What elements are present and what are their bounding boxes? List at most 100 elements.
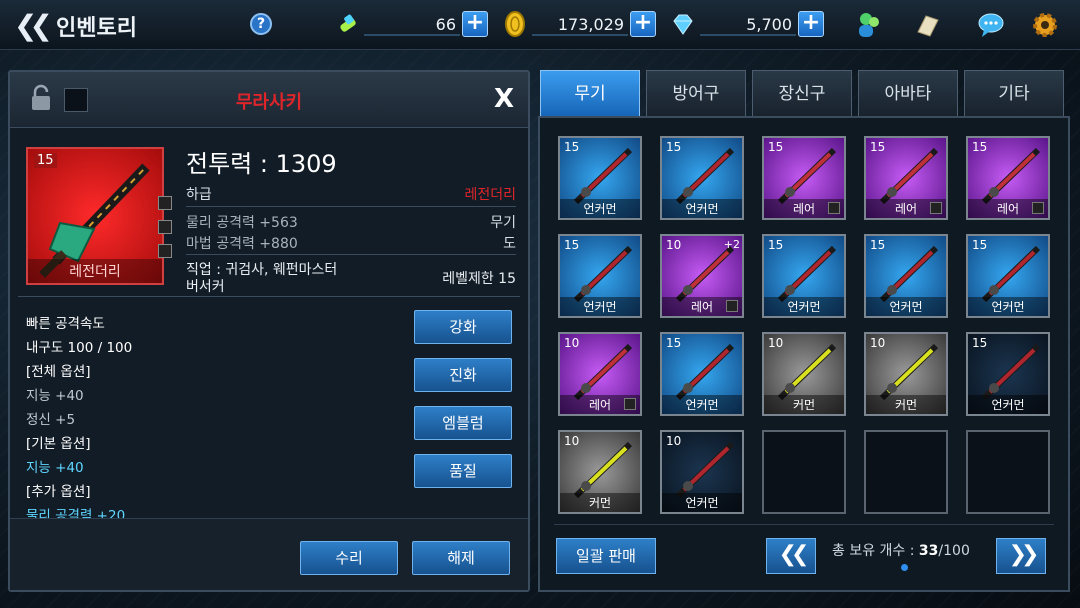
- option-line: [기본 옵션]: [26, 436, 91, 452]
- next-page-button[interactable]: ❯❯: [996, 538, 1046, 574]
- item-slot[interactable]: 15 언커먼: [660, 136, 744, 220]
- empty-slot[interactable]: [762, 430, 846, 514]
- item-slot[interactable]: 15 레어: [966, 136, 1050, 220]
- weapon-icon: [573, 343, 633, 401]
- tab-avatar[interactable]: 아바타: [858, 70, 958, 116]
- help-icon[interactable]: ?: [250, 13, 272, 35]
- back-button[interactable]: ❮❮: [14, 9, 53, 42]
- chat-icon[interactable]: [976, 10, 1006, 40]
- slot-grade-label: 커먼: [866, 395, 946, 414]
- close-button[interactable]: X: [494, 84, 514, 114]
- settings-gear-icon[interactable]: [1030, 10, 1060, 40]
- job-requirement: 직업 : 귀검사, 웨펀마스터 버서커: [186, 262, 338, 295]
- slot-level: 10: [870, 336, 886, 350]
- item-slot[interactable]: 15 언커먼: [558, 136, 642, 220]
- sell-all-button[interactable]: 일괄 판매: [556, 538, 656, 574]
- slot-checkbox[interactable]: [828, 202, 840, 214]
- weapon-icon: [879, 147, 939, 205]
- option-line: 내구도 100 / 100: [26, 340, 133, 356]
- slot-checkbox[interactable]: [930, 202, 942, 214]
- item-icon: 15 레전더리: [26, 147, 164, 285]
- empty-slot[interactable]: [966, 430, 1050, 514]
- option-line: 빠른 공격속도: [26, 316, 105, 332]
- slot-grade-label: 언커먼: [560, 297, 640, 316]
- energy-currency: 66 +: [334, 10, 492, 38]
- weapon-icon: [981, 147, 1041, 205]
- slot-checkbox[interactable]: [726, 300, 738, 312]
- item-subtype: 도: [503, 236, 516, 252]
- scroll-icon[interactable]: [912, 10, 942, 40]
- enhance-button[interactable]: 강화: [414, 310, 512, 344]
- weapon-icon: [879, 343, 939, 401]
- weapon-icon: [777, 245, 837, 303]
- slot-grade-label: 언커먼: [662, 199, 742, 218]
- slot-level: 15: [870, 140, 886, 154]
- gold-value: 173,029: [557, 15, 624, 34]
- physical-attack: 물리 공격력 +563: [186, 215, 298, 231]
- diamond-currency: 5,700 +: [670, 10, 828, 38]
- item-slot[interactable]: 15 언커먼: [558, 234, 642, 318]
- slot-grade-label: 언커먼: [968, 297, 1048, 316]
- socket-slot[interactable]: [158, 220, 172, 234]
- slot-enhance-level: +2: [723, 238, 740, 251]
- item-slot[interactable]: 15 언커먼: [762, 234, 846, 318]
- slot-grade-label: 커먼: [560, 493, 640, 512]
- add-diamond-button[interactable]: +: [798, 11, 824, 37]
- slot-grade-label: 언커먼: [560, 199, 640, 218]
- page-indicator: [901, 564, 908, 571]
- add-gold-button[interactable]: +: [630, 11, 656, 37]
- slot-grade-label: 언커먼: [662, 493, 742, 512]
- socket-slot[interactable]: [158, 244, 172, 258]
- quality-button[interactable]: 품질: [414, 454, 512, 488]
- slot-checkbox[interactable]: [1032, 202, 1044, 214]
- slot-checkbox[interactable]: [624, 398, 636, 410]
- slot-grade-label: 언커먼: [866, 297, 946, 316]
- add-energy-button[interactable]: +: [462, 11, 488, 37]
- item-slot[interactable]: 10 커먼: [762, 332, 846, 416]
- repair-button[interactable]: 수리: [300, 541, 398, 575]
- empty-slot[interactable]: [864, 430, 948, 514]
- slot-level: 15: [972, 238, 988, 252]
- item-slot[interactable]: 10 커먼: [864, 332, 948, 416]
- item-slot[interactable]: 10 커먼: [558, 430, 642, 514]
- evolve-button[interactable]: 진화: [414, 358, 512, 392]
- option-line: [전체 옵션]: [26, 364, 91, 380]
- slot-level: 10: [666, 434, 682, 448]
- weapon-icon: [675, 147, 735, 205]
- slot-level: 10: [768, 336, 784, 350]
- slot-level: 15: [972, 140, 988, 154]
- slot-level: 15: [768, 238, 784, 252]
- combat-power: 전투력 : 1309: [186, 150, 337, 178]
- item-slot[interactable]: 15 레어: [864, 136, 948, 220]
- friends-icon[interactable]: [854, 10, 884, 40]
- option-line: 지능 +40: [26, 388, 84, 404]
- item-slot[interactable]: 15 언커먼: [864, 234, 948, 318]
- item-slot[interactable]: 10 언커먼: [660, 430, 744, 514]
- item-slot[interactable]: 10 +2 레어: [660, 234, 744, 318]
- item-slot[interactable]: 15 언커먼: [966, 332, 1050, 416]
- gold-currency: 173,029 +: [502, 10, 660, 38]
- tab-accessory[interactable]: 장신구: [752, 70, 852, 116]
- slot-level: 15: [564, 140, 580, 154]
- option-line: [추가 옵션]: [26, 484, 91, 500]
- slot-level: 15: [870, 238, 886, 252]
- unequip-button[interactable]: 해제: [412, 541, 510, 575]
- emblem-button[interactable]: 엠블럼: [414, 406, 512, 440]
- tab-etc[interactable]: 기타: [964, 70, 1064, 116]
- slot-grade-label: 커먼: [764, 395, 844, 414]
- weapon-icon: [675, 441, 735, 499]
- tab-weapon[interactable]: 무기: [540, 70, 640, 116]
- energy-value: 66: [435, 15, 456, 34]
- diamond-value: 5,700: [746, 15, 792, 34]
- prev-page-button[interactable]: ❮❮: [766, 538, 816, 574]
- item-tier-grade: 레전더리: [464, 187, 516, 203]
- item-name: 무라사키: [235, 92, 303, 113]
- socket-slot[interactable]: [158, 196, 172, 210]
- tab-armor[interactable]: 방어구: [646, 70, 746, 116]
- item-slot[interactable]: 15 레어: [762, 136, 846, 220]
- item-count-label: 총 보유 개수 :: [832, 543, 919, 559]
- item-slot[interactable]: 10 레어: [558, 332, 642, 416]
- item-slot[interactable]: 15 언커먼: [660, 332, 744, 416]
- item-slot[interactable]: 15 언커먼: [966, 234, 1050, 318]
- slot-level: 10: [564, 336, 580, 350]
